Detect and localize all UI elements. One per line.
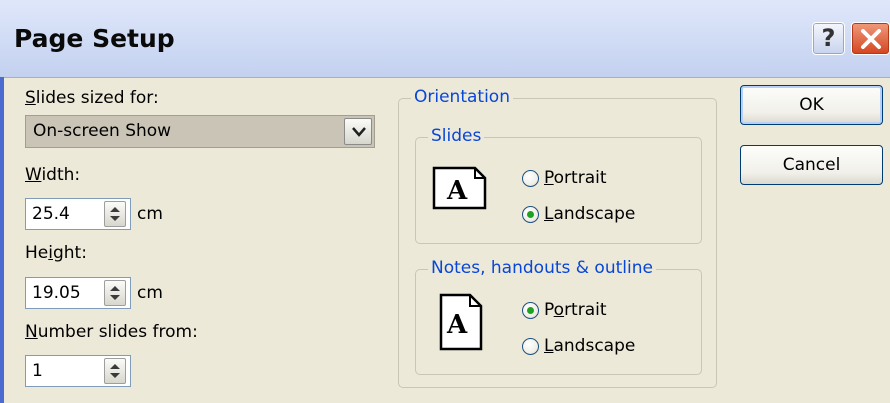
orientation-title: Orientation	[411, 87, 513, 107]
height-value: 19.05	[32, 283, 81, 303]
width-value: 25.4	[32, 204, 70, 224]
close-button[interactable]	[851, 22, 890, 55]
number-slides-from-value: 1	[32, 361, 43, 381]
width-spinbox[interactable]: 25.4	[25, 198, 131, 230]
notes-portrait-label[interactable]: Portrait	[544, 300, 607, 320]
notes-landscape-label[interactable]: Landscape	[544, 336, 635, 356]
cancel-button[interactable]: Cancel	[740, 145, 883, 185]
number-slides-from-label: Number slides from:	[25, 322, 198, 342]
notes-portrait-radio[interactable]	[522, 302, 539, 319]
height-spinbox[interactable]: 19.05	[25, 277, 131, 309]
slides-group-title: Slides	[428, 126, 485, 146]
slides-portrait-label[interactable]: Portrait	[544, 168, 607, 188]
spin-arrows-icon	[110, 207, 120, 221]
dropdown-button[interactable]	[344, 118, 372, 145]
number-slides-from-spinbox[interactable]: 1	[25, 355, 131, 387]
page-glyph: A	[446, 176, 468, 206]
title-bar: Page Setup ?	[0, 0, 890, 78]
ok-button[interactable]: OK	[740, 85, 883, 125]
slides-landscape-label[interactable]: Landscape	[544, 204, 635, 224]
slides-landscape-radio[interactable]	[522, 206, 539, 223]
portrait-page-icon: A	[439, 293, 483, 351]
help-button[interactable]: ?	[812, 22, 845, 55]
slides-sized-for-value: On-screen Show	[33, 121, 172, 141]
notes-group-title: Notes, handouts & outline	[428, 258, 656, 278]
spin-arrows-icon	[110, 364, 120, 378]
window-border	[0, 77, 4, 403]
height-unit: cm	[137, 283, 163, 303]
slides-sized-for-select[interactable]: On-screen Show	[25, 115, 375, 148]
slides-sized-for-label: Slides sized for:	[25, 88, 159, 108]
number-spin-buttons[interactable]	[104, 358, 126, 384]
close-icon	[861, 29, 881, 49]
notes-landscape-radio[interactable]	[522, 338, 539, 355]
height-label: Height:	[25, 243, 87, 263]
width-spin-buttons[interactable]	[104, 201, 126, 227]
page-glyph: A	[446, 310, 468, 340]
width-label: Width:	[25, 165, 81, 185]
chevron-down-icon	[352, 127, 366, 137]
landscape-page-icon: A	[432, 166, 487, 210]
slides-portrait-radio[interactable]	[522, 170, 539, 187]
window-title: Page Setup	[14, 24, 175, 53]
height-spin-buttons[interactable]	[104, 280, 126, 306]
spin-arrows-icon	[110, 286, 120, 300]
width-unit: cm	[137, 204, 163, 224]
